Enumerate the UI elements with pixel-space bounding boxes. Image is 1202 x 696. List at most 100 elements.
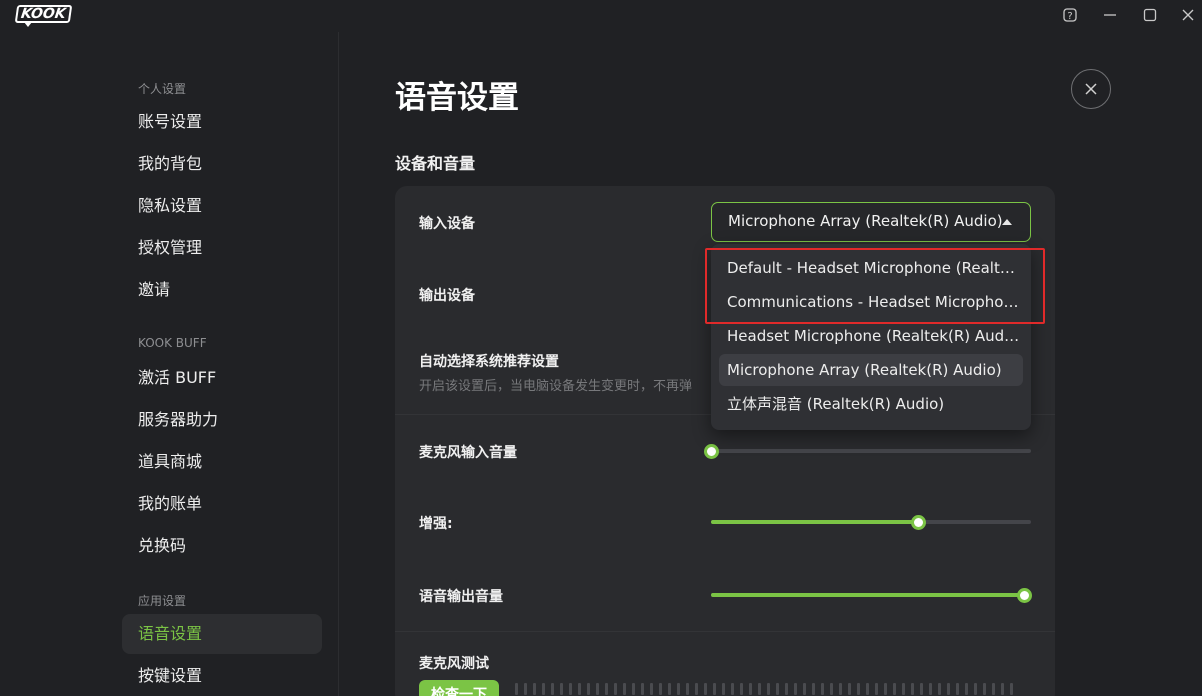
section-title: 设备和音量 — [395, 154, 476, 173]
dropdown-option[interactable]: Default - Headset Microphone (Realtek(R.… — [719, 252, 1023, 284]
meter-tick — [524, 683, 527, 695]
close-window-icon[interactable] — [1179, 6, 1199, 24]
auto-select-label: 自动选择系统推荐设置 — [419, 354, 559, 370]
mic-test-label: 麦克风测试 — [419, 656, 489, 672]
close-icon — [1085, 83, 1097, 95]
sidebar-item-privacy[interactable]: 隐私设置 — [122, 186, 322, 226]
sidebar-item-backpack[interactable]: 我的背包 — [122, 144, 322, 184]
input-device-select[interactable]: Microphone Array (Realtek(R) Audio) — [711, 202, 1031, 242]
sidebar-item-activate-buff[interactable]: 激活 BUFF — [122, 358, 322, 398]
meter-tick — [776, 683, 779, 695]
meter-tick — [560, 683, 563, 695]
sidebar-item-keybindings[interactable]: 按键设置 — [122, 656, 322, 696]
meter-tick — [713, 683, 716, 695]
sidebar-item-server-boost[interactable]: 服务器助力 — [122, 400, 322, 440]
mic-volume-slider[interactable] — [704, 442, 1031, 459]
meter-tick — [992, 683, 995, 695]
meter-tick — [605, 683, 608, 695]
meter-tick — [749, 683, 752, 695]
meter-tick — [785, 683, 788, 695]
meter-tick — [641, 683, 644, 695]
meter-tick — [551, 683, 554, 695]
meter-tick — [794, 683, 797, 695]
input-device-value: Microphone Array (Realtek(R) Audio) — [728, 212, 1003, 230]
slider-thumb[interactable] — [704, 444, 719, 459]
meter-tick — [884, 683, 887, 695]
meter-tick — [767, 683, 770, 695]
meter-tick — [515, 683, 518, 695]
sidebar-item-authorization[interactable]: 授权管理 — [122, 228, 322, 268]
meter-tick — [587, 683, 590, 695]
meter-tick — [938, 683, 941, 695]
meter-tick — [623, 683, 626, 695]
mic-test-button[interactable]: 检查一下 — [419, 680, 499, 696]
meter-tick — [731, 683, 734, 695]
mic-level-meter — [515, 683, 1035, 695]
sidebar-divider — [338, 32, 339, 696]
svg-text:?: ? — [1067, 11, 1072, 22]
auto-select-desc: 开启该设置后，当电脑设备发生变更时，不再弹 — [419, 379, 693, 394]
meter-tick — [902, 683, 905, 695]
sidebar-section-buff: KOOK BUFF — [138, 336, 207, 350]
meter-tick — [650, 683, 653, 695]
logo-text: KOOK — [14, 5, 72, 23]
slider-thumb[interactable] — [911, 515, 926, 530]
meter-tick — [803, 683, 806, 695]
maximize-icon[interactable] — [1141, 6, 1161, 24]
meter-tick — [839, 683, 842, 695]
sidebar-item-redeem[interactable]: 兑换码 — [122, 526, 322, 566]
dropdown-option[interactable]: Microphone Array (Realtek(R) Audio) — [719, 354, 1023, 386]
sidebar-section-app: 应用设置 — [138, 594, 187, 608]
sidebar-item-shop[interactable]: 道具商城 — [122, 442, 322, 482]
meter-tick — [974, 683, 977, 695]
meter-tick — [695, 683, 698, 695]
meter-tick — [947, 683, 950, 695]
slider-thumb[interactable] — [1017, 588, 1032, 603]
sidebar-item-bills[interactable]: 我的账单 — [122, 484, 322, 524]
page-title: 语音设置 — [395, 80, 519, 116]
help-icon[interactable]: ? — [1061, 6, 1081, 24]
input-device-label: 输入设备 — [419, 216, 475, 232]
kook-logo: KOOK — [14, 5, 72, 27]
meter-tick — [632, 683, 635, 695]
input-device-dropdown: Default - Headset Microphone (Realtek(R.… — [711, 244, 1031, 430]
meter-tick — [821, 683, 824, 695]
close-settings-button[interactable] — [1071, 69, 1111, 109]
sidebar-item-account[interactable]: 账号设置 — [122, 102, 322, 142]
dropdown-option[interactable]: Communications - Headset Microphone ... — [719, 286, 1023, 318]
meter-tick — [848, 683, 851, 695]
meter-tick — [911, 683, 914, 695]
caret-up-icon — [1002, 219, 1012, 225]
meter-tick — [929, 683, 932, 695]
boost-label: 增强: — [419, 516, 453, 532]
minimize-icon[interactable] — [1101, 6, 1121, 24]
meter-tick — [596, 683, 599, 695]
title-bar: KOOK ? — [0, 0, 1202, 32]
divider — [395, 631, 1055, 632]
boost-slider[interactable] — [711, 513, 1031, 530]
dropdown-option[interactable]: 立体声混音 (Realtek(R) Audio) — [719, 388, 1023, 420]
output-volume-label: 语音输出音量 — [419, 589, 503, 605]
meter-tick — [686, 683, 689, 695]
meter-tick — [956, 683, 959, 695]
meter-tick — [722, 683, 725, 695]
meter-tick — [1010, 683, 1013, 695]
meter-tick — [704, 683, 707, 695]
dropdown-option[interactable]: Headset Microphone (Realtek(R) Audio) — [719, 320, 1023, 352]
meter-tick — [542, 683, 545, 695]
meter-tick — [578, 683, 581, 695]
output-volume-slider[interactable] — [711, 586, 1032, 603]
meter-tick — [1001, 683, 1004, 695]
meter-tick — [893, 683, 896, 695]
meter-tick — [740, 683, 743, 695]
meter-tick — [983, 683, 986, 695]
meter-tick — [533, 683, 536, 695]
meter-tick — [920, 683, 923, 695]
meter-tick — [965, 683, 968, 695]
output-device-label: 输出设备 — [419, 288, 475, 304]
sidebar-item-invite[interactable]: 邀请 — [122, 270, 322, 310]
meter-tick — [866, 683, 869, 695]
meter-tick — [758, 683, 761, 695]
sidebar-item-voice-settings[interactable]: 语音设置 — [122, 614, 322, 654]
meter-tick — [614, 683, 617, 695]
